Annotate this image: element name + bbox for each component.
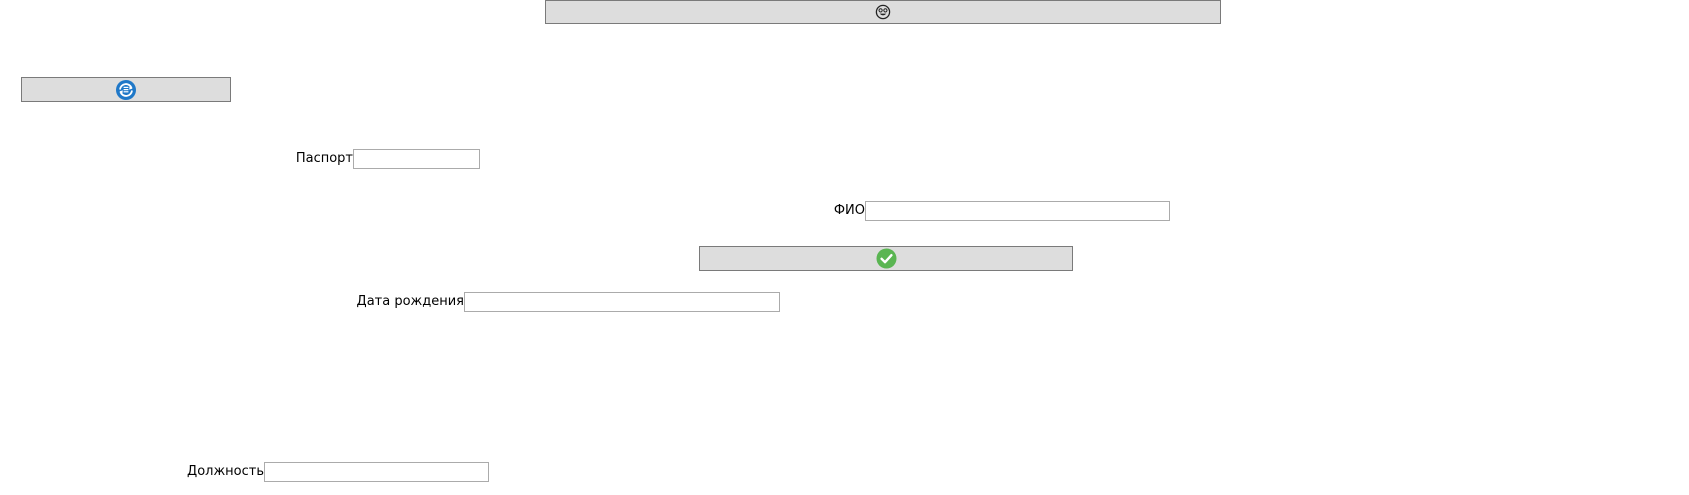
birth-date-input[interactable] bbox=[464, 292, 780, 312]
birth-date-label: Дата рождения bbox=[356, 294, 464, 309]
passport-input[interactable] bbox=[353, 149, 480, 169]
confirm-button[interactable] bbox=[699, 246, 1073, 271]
fio-input[interactable] bbox=[865, 201, 1170, 221]
face-icon bbox=[875, 4, 891, 20]
position-label: Должность bbox=[187, 464, 264, 479]
top-face-button[interactable] bbox=[545, 0, 1221, 24]
position-input[interactable] bbox=[264, 462, 489, 482]
refresh-icon bbox=[115, 79, 137, 101]
checkmark-icon bbox=[876, 248, 897, 269]
refresh-button[interactable] bbox=[21, 77, 231, 102]
fio-label: ФИО bbox=[833, 203, 865, 218]
passport-label: Паспорт bbox=[295, 151, 353, 166]
window-content: Паспорт ФИО Дата рождения Должность bbox=[0, 0, 1689, 495]
